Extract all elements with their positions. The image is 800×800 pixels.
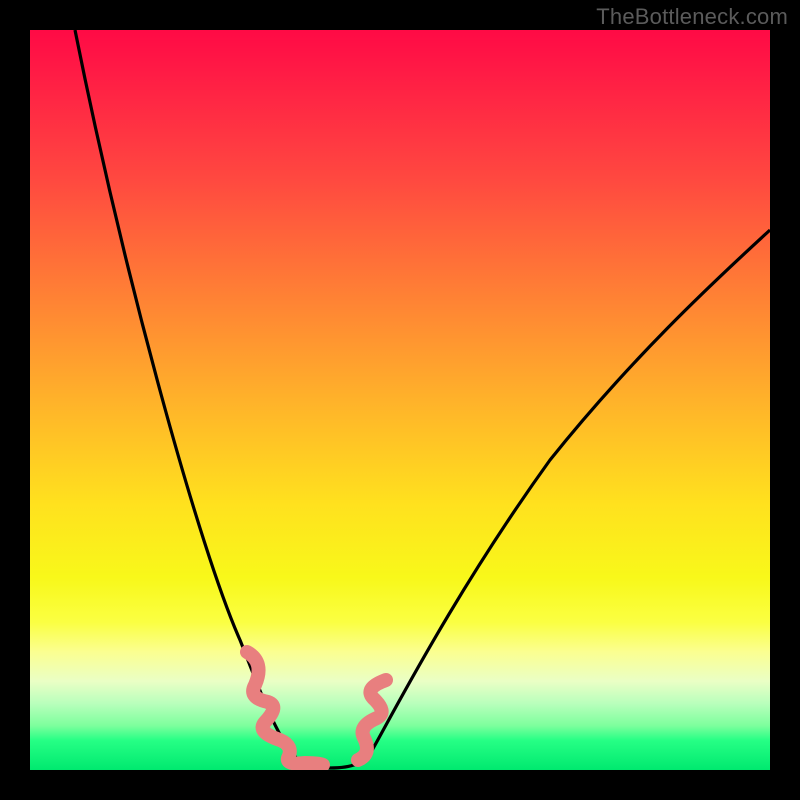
squiggle-left bbox=[247, 652, 323, 765]
outer-frame: TheBottleneck.com bbox=[0, 0, 800, 800]
curve-left bbox=[75, 30, 330, 768]
squiggle-right bbox=[358, 680, 386, 760]
curve-right bbox=[330, 230, 770, 768]
chart-svg bbox=[30, 30, 770, 770]
watermark-text: TheBottleneck.com bbox=[596, 4, 788, 30]
plot-area bbox=[30, 30, 770, 770]
